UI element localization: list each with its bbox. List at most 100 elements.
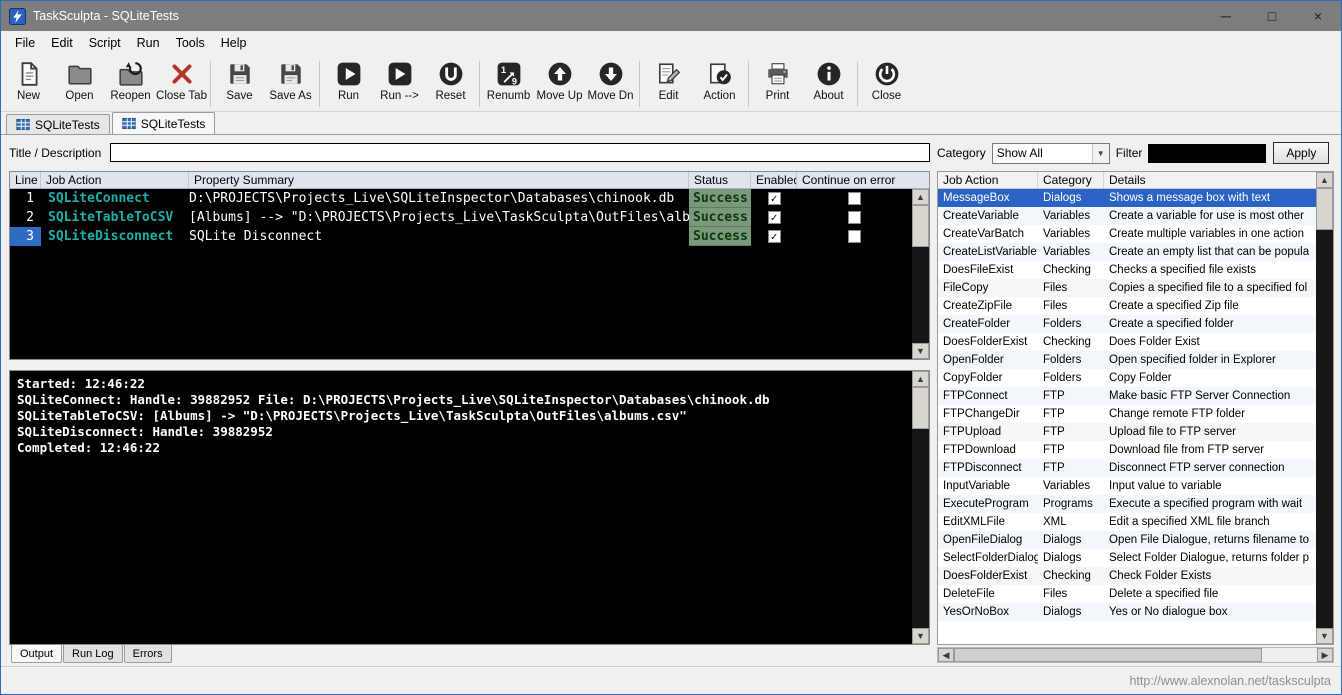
library-row[interactable]: ExecuteProgramProgramsExecute a specifie… xyxy=(938,495,1316,513)
scroll-thumb[interactable] xyxy=(912,205,929,247)
scroll-right-icon[interactable]: ▶ xyxy=(1317,648,1333,662)
scroll-up-icon[interactable]: ▲ xyxy=(912,371,929,387)
scroll-track[interactable] xyxy=(1316,230,1333,628)
tab-errors[interactable]: Errors xyxy=(124,645,172,663)
enabled-checkbox[interactable]: ✓ xyxy=(768,192,781,205)
scroll-thumb[interactable] xyxy=(1316,188,1333,230)
move-up-button[interactable]: Move Up xyxy=(534,57,585,111)
save-as-button[interactable]: Save As xyxy=(265,57,316,111)
apply-button[interactable]: Apply xyxy=(1273,142,1329,164)
console-lines: Started: 12:46:22SQLiteConnect: Handle: … xyxy=(10,371,912,644)
console-scrollbar[interactable]: ▲ ▼ xyxy=(912,371,929,644)
close-tab-button[interactable]: Close Tab xyxy=(156,57,207,111)
library-row[interactable]: InputVariableVariablesInput value to var… xyxy=(938,477,1316,495)
menu-help[interactable]: Help xyxy=(213,33,255,53)
maximize-button[interactable]: □ xyxy=(1249,1,1295,31)
column-header-enabled[interactable]: Enabled xyxy=(751,172,797,188)
tab-sqlitetests-2[interactable]: SQLiteTests xyxy=(112,112,216,134)
scroll-track[interactable] xyxy=(912,247,929,343)
library-row[interactable]: FileCopyFilesCopies a specified file to … xyxy=(938,279,1316,297)
new-button[interactable]: New xyxy=(3,57,54,111)
menu-run[interactable]: Run xyxy=(129,33,168,53)
continue-on-error-checkbox[interactable] xyxy=(848,192,861,205)
tab-run-log[interactable]: Run Log xyxy=(63,645,123,663)
column-header-job-action[interactable]: Job Action xyxy=(41,172,189,188)
run-button[interactable]: Run xyxy=(323,57,374,111)
library-row[interactable]: FTPConnectFTPMake basic FTP Server Conne… xyxy=(938,387,1316,405)
move-down-button[interactable]: Move Dn xyxy=(585,57,636,111)
chevron-down-icon[interactable]: ▼ xyxy=(1092,144,1109,163)
library-row[interactable]: YesOrNoBoxDialogsYes or No dialogue box xyxy=(938,603,1316,621)
scroll-thumb[interactable] xyxy=(954,648,1262,662)
menu-edit[interactable]: Edit xyxy=(43,33,81,53)
library-row[interactable]: EditXMLFileXMLEdit a specified XML file … xyxy=(938,513,1316,531)
library-row[interactable]: OpenFileDialogDialogsOpen File Dialogue,… xyxy=(938,531,1316,549)
library-row[interactable]: DeleteFileFilesDelete a specified file xyxy=(938,585,1316,603)
library-row[interactable]: SelectFolderDialogDialogsSelect Folder D… xyxy=(938,549,1316,567)
library-row[interactable]: CreateZipFileFilesCreate a specified Zip… xyxy=(938,297,1316,315)
scroll-down-icon[interactable]: ▼ xyxy=(912,343,929,359)
tab-sqlitetests-1[interactable]: SQLiteTests xyxy=(6,114,110,134)
reopen-button[interactable]: Reopen xyxy=(105,57,156,111)
library-row[interactable]: DoesFileExistCheckingChecks a specified … xyxy=(938,261,1316,279)
library-row[interactable]: FTPDisconnectFTPDisconnect FTP server co… xyxy=(938,459,1316,477)
minimize-button[interactable]: ─ xyxy=(1203,1,1249,31)
column-header-details[interactable]: Details xyxy=(1104,172,1316,188)
scroll-track[interactable] xyxy=(912,429,929,628)
library-row[interactable]: DoesFolderExistCheckingDoes Folder Exist xyxy=(938,333,1316,351)
job-grid-scrollbar[interactable]: ▲ ▼ xyxy=(912,189,929,359)
run-to-button[interactable]: Run --> xyxy=(374,57,425,111)
close-button[interactable]: Close xyxy=(861,57,912,111)
column-header-category[interactable]: Category xyxy=(1038,172,1104,188)
library-row[interactable]: FTPUploadFTPUpload file to FTP server xyxy=(938,423,1316,441)
filter-input[interactable] xyxy=(1148,144,1266,163)
menu-tools[interactable]: Tools xyxy=(168,33,213,53)
column-header-status[interactable]: Status xyxy=(689,172,751,188)
job-row[interactable]: 2SQLiteTableToCSV[Albums] --> "D:\PROJEC… xyxy=(10,208,912,227)
reset-button[interactable]: Reset xyxy=(425,57,476,111)
job-row[interactable]: 1SQLiteConnectD:\PROJECTS\Projects_Live\… xyxy=(10,189,912,208)
library-row[interactable]: CreateFolderFoldersCreate a specified fo… xyxy=(938,315,1316,333)
scroll-track[interactable] xyxy=(1262,648,1317,662)
library-row[interactable]: CopyFolderFoldersCopy Folder xyxy=(938,369,1316,387)
library-row[interactable]: FTPChangeDirFTPChange remote FTP folder xyxy=(938,405,1316,423)
scroll-down-icon[interactable]: ▼ xyxy=(1316,628,1333,644)
menu-script[interactable]: Script xyxy=(81,33,129,53)
edit-button[interactable]: Edit xyxy=(643,57,694,111)
close-window-button[interactable]: × xyxy=(1295,1,1341,31)
print-button[interactable]: Print xyxy=(752,57,803,111)
continue-on-error-checkbox[interactable] xyxy=(848,230,861,243)
category-select[interactable]: Show All ▼ xyxy=(992,143,1110,164)
scroll-up-icon[interactable]: ▲ xyxy=(1316,172,1333,188)
column-header-property-summary[interactable]: Property Summary xyxy=(189,172,689,188)
library-row[interactable]: CreateVarBatchVariablesCreate multiple v… xyxy=(938,225,1316,243)
column-header-line[interactable]: Line xyxy=(10,172,41,188)
renumber-button[interactable]: 19Renumb xyxy=(483,57,534,111)
action-button[interactable]: Action xyxy=(694,57,745,111)
library-row[interactable]: OpenFolderFoldersOpen specified folder i… xyxy=(938,351,1316,369)
job-row[interactable]: 3SQLiteDisconnectSQLite DisconnectSucces… xyxy=(10,227,912,246)
library-horizontal-scrollbar[interactable]: ◀ ▶ xyxy=(937,647,1334,663)
scroll-up-icon[interactable]: ▲ xyxy=(912,189,929,205)
menu-file[interactable]: File xyxy=(7,33,43,53)
scroll-down-icon[interactable]: ▼ xyxy=(912,628,929,644)
save-button[interactable]: Save xyxy=(214,57,265,111)
scroll-left-icon[interactable]: ◀ xyxy=(938,648,954,662)
library-row[interactable]: CreateListVariableVariablesCreate an emp… xyxy=(938,243,1316,261)
tab-output[interactable]: Output xyxy=(11,645,62,663)
column-header-continue-on-error[interactable]: Continue on error xyxy=(797,172,929,188)
column-header-job-action[interactable]: Job Action xyxy=(938,172,1038,188)
about-button[interactable]: About xyxy=(803,57,854,111)
library-row[interactable]: FTPDownloadFTPDownload file from FTP ser… xyxy=(938,441,1316,459)
library-row[interactable]: MessageBoxDialogsShows a message box wit… xyxy=(938,189,1316,207)
toolbar-button-label: Open xyxy=(65,91,93,103)
scroll-thumb[interactable] xyxy=(912,387,929,429)
library-scrollbar[interactable]: ▲ ▼ xyxy=(1316,172,1333,644)
open-button[interactable]: Open xyxy=(54,57,105,111)
enabled-checkbox[interactable]: ✓ xyxy=(768,211,781,224)
title-description-input[interactable] xyxy=(110,143,930,162)
library-row[interactable]: DoesFolderExistCheckingCheck Folder Exis… xyxy=(938,567,1316,585)
enabled-checkbox[interactable]: ✓ xyxy=(768,230,781,243)
library-row[interactable]: CreateVariableVariablesCreate a variable… xyxy=(938,207,1316,225)
continue-on-error-checkbox[interactable] xyxy=(848,211,861,224)
